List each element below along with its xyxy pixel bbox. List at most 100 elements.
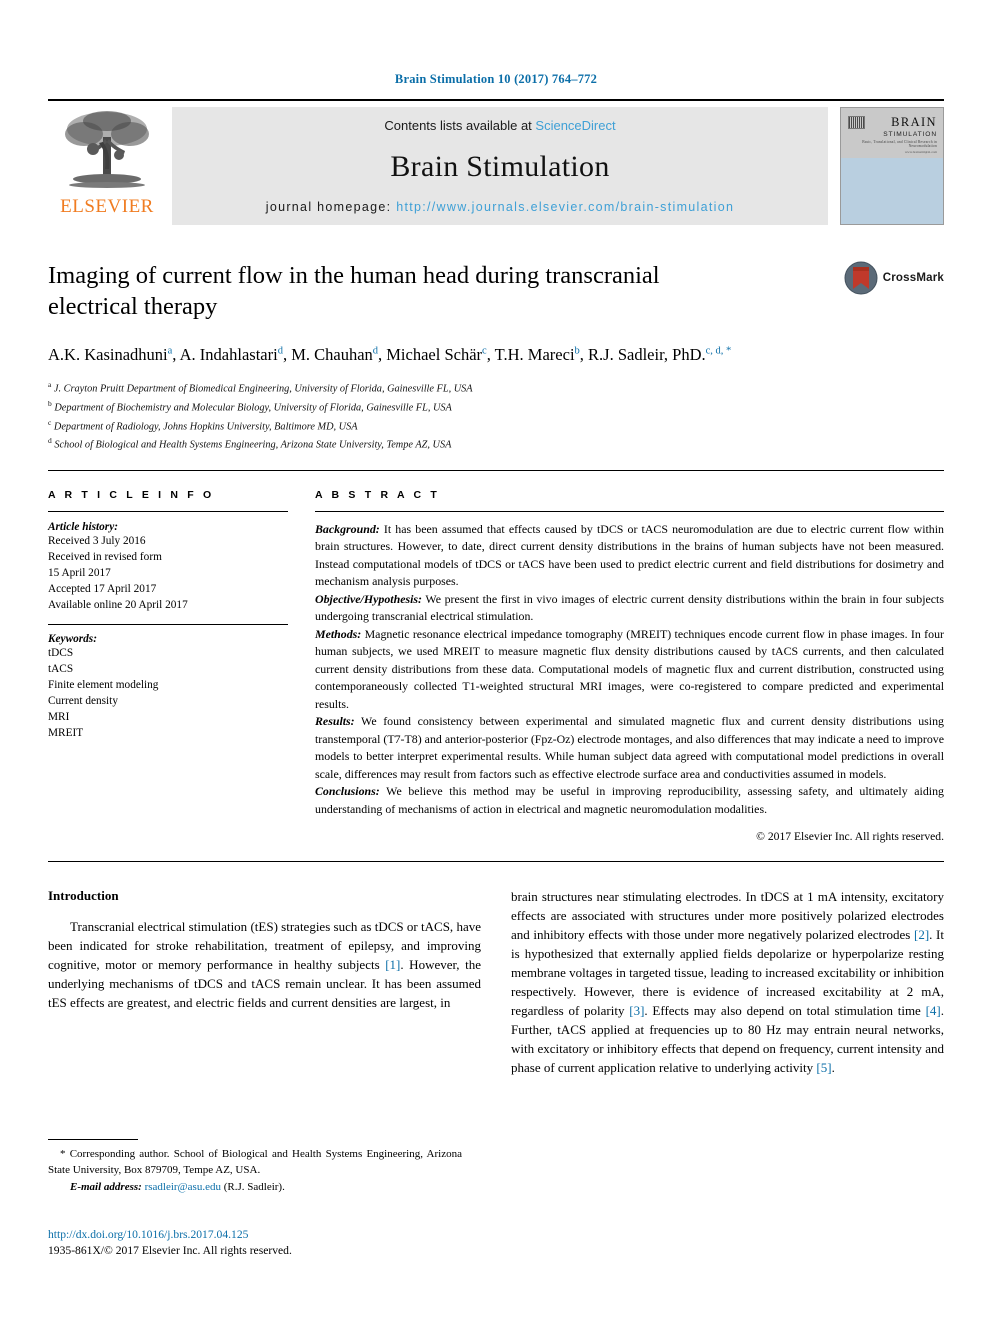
abstract-paragraph: Results: We found consistency between ex… <box>315 713 944 783</box>
sciencedirect-link[interactable]: ScienceDirect <box>535 118 615 133</box>
abstract-paragraph: Methods: Magnetic resonance electrical i… <box>315 626 944 714</box>
footnote-rule <box>48 1139 138 1140</box>
journal-title: Brain Stimulation <box>390 149 610 183</box>
doi-footer: http://dx.doi.org/10.1016/j.brs.2017.04.… <box>48 1227 468 1259</box>
affiliation-mark: a <box>48 380 52 390</box>
affiliation-item: a J. Crayton Pruitt Department of Biomed… <box>48 379 944 398</box>
abstract-copyright: © 2017 Elsevier Inc. All rights reserved… <box>756 830 944 844</box>
email-label: E-mail address: <box>70 1180 142 1193</box>
author-name: T.H. Mareci <box>494 344 575 364</box>
citation-ref[interactable]: [4] <box>926 1003 941 1018</box>
affiliation-mark: b <box>48 398 52 408</box>
abstract-section-label: Background: <box>315 521 380 536</box>
corresponding-author-footnote: * Corresponding author. School of Biolog… <box>48 1139 462 1196</box>
affiliation-item: c Department of Radiology, Johns Hopkins… <box>48 417 944 436</box>
author-name: R.J. Sadleir, PhD. <box>588 344 706 364</box>
author-sep: , <box>172 344 180 364</box>
abstract-section-label: Objective/Hypothesis: <box>315 591 422 606</box>
elsevier-wordmark: ELSEVIER <box>60 196 154 217</box>
abstract-section-text: It has been assumed that effects caused … <box>315 521 944 589</box>
journal-masthead: ELSEVIER Contents lists available at Sci… <box>48 99 944 231</box>
keyword-item: Current density <box>48 695 118 708</box>
article-history-label: Article history: <box>48 520 118 533</box>
issn-copyright-line: 1935-861X/© 2017 Elsevier Inc. All right… <box>48 1244 292 1258</box>
title-block: Imaging of current flow in the human hea… <box>48 261 944 454</box>
citation-ref[interactable]: [5] <box>816 1060 831 1075</box>
elsevier-tree-icon <box>65 111 149 188</box>
abstract-section-text: Magnetic resonance electrical impedance … <box>315 626 944 711</box>
affiliation-item: d School of Biological and Health System… <box>48 435 944 454</box>
author-sep: , <box>579 344 589 364</box>
keyword-item: tDCS <box>48 647 74 660</box>
affiliation-text: Department of Biochemistry and Molecular… <box>54 402 452 414</box>
abstract-rule <box>315 510 944 512</box>
abstract-section-label: Results: <box>315 714 355 729</box>
keyword-item: MRI <box>48 711 70 724</box>
abstract-paragraph: Conclusions: We believe this method may … <box>315 783 944 818</box>
divider-above-abstract <box>48 469 944 471</box>
paragraph-text: brain structures near stimulating electr… <box>511 889 944 943</box>
author-affil-mark: c, d, * <box>705 345 732 357</box>
abstract-section-label: Conclusions: <box>315 784 380 799</box>
footnote-text: * Corresponding author. School of Biolog… <box>48 1147 462 1179</box>
cover-url: www.brainstimjrnl.com <box>904 149 937 154</box>
body-column-right: brain structures near stimulating electr… <box>511 888 944 1078</box>
author-name: M. Chauhan <box>291 344 373 364</box>
masthead-center-panel: Contents lists available at ScienceDirec… <box>172 107 828 225</box>
article-page: Brain Stimulation 10 (2017) 764–772 ELSE… <box>0 0 992 1323</box>
body-paragraph: brain structures near stimulating electr… <box>511 888 944 1078</box>
doi-link[interactable]: http://dx.doi.org/10.1016/j.brs.2017.04.… <box>48 1227 468 1243</box>
keyword-item: MREIT <box>48 727 84 740</box>
author-name: A. Indahlastari <box>179 344 278 364</box>
crossmark-badge[interactable]: CrossMark <box>844 261 944 295</box>
article-info-heading: A R T I C L E I N F O <box>48 488 215 501</box>
contents-prefix: Contents lists available at <box>384 118 536 133</box>
abstract-column: A B S T R A C T Background: It has been … <box>315 488 944 844</box>
cover-subtitle: Basic, Translational, and Clinical Resea… <box>862 139 937 148</box>
affiliation-text: Department of Radiology, Johns Hopkins U… <box>53 420 358 432</box>
history-item: 15 April 2017 <box>48 566 111 579</box>
paragraph-text: . Effects may also depend on total stimu… <box>644 1003 926 1019</box>
author-name: A.K. Kasinadhuni <box>48 344 168 364</box>
email-owner: (R.J. Sadleir). <box>223 1180 285 1193</box>
author-sep: , <box>486 344 495 364</box>
abstract-paragraph: Objective/Hypothesis: We present the fir… <box>315 591 944 626</box>
abstract-section-text: We found consistency between experimenta… <box>315 714 944 781</box>
paragraph-text: . <box>831 1060 835 1076</box>
article-title: Imaging of current flow in the human hea… <box>48 262 660 320</box>
author-list: A.K. Kasinadhunia, A. Indahlastarid, M. … <box>48 343 928 366</box>
elsevier-logo: ELSEVIER <box>48 101 166 231</box>
body-column-left: Introduction Transcranial electrical sti… <box>48 888 481 1078</box>
journal-cover-thumbnail[interactable]: BRAIN STIMULATION Basic, Translational, … <box>840 107 944 225</box>
affiliation-mark: c <box>48 417 52 427</box>
affiliation-text: School of Biological and Health Systems … <box>54 439 452 451</box>
info-abstract-row: A R T I C L E I N F O Article history: R… <box>48 488 944 844</box>
history-item: Received 3 July 2016 <box>48 534 146 547</box>
cover-title-line2: STIMULATION <box>883 130 937 138</box>
affiliation-list: a J. Crayton Pruitt Department of Biomed… <box>48 379 944 454</box>
affiliation-text: J. Crayton Pruitt Department of Biomedic… <box>53 383 473 395</box>
homepage-prefix: journal homepage: <box>265 200 397 214</box>
citation-ref[interactable]: [3] <box>629 1003 644 1018</box>
footnote-body: Corresponding author. School of Biologic… <box>48 1148 462 1176</box>
crossmark-label: CrossMark <box>882 272 944 284</box>
affiliation-mark: d <box>48 436 52 446</box>
abstract-paragraph: Background: It has been assumed that eff… <box>315 521 944 591</box>
email-link[interactable]: rsadleir@asu.edu <box>145 1181 221 1193</box>
history-item: Received in revised form <box>48 550 162 563</box>
keyword-item: Finite element modeling <box>48 679 159 692</box>
keywords-block: Keywords: tDCS tACS Finite element model… <box>48 624 288 741</box>
journal-homepage-line: journal homepage: http://www.journals.el… <box>266 200 734 214</box>
article-info-column: A R T I C L E I N F O Article history: R… <box>48 489 288 844</box>
abstract-section-text: We believe this method may be useful in … <box>315 784 944 816</box>
divider-below-abstract <box>48 861 944 863</box>
article-info-rule <box>48 510 288 512</box>
crossmark-icon <box>844 261 878 295</box>
keyword-item: tACS <box>48 663 74 676</box>
author-sep: , <box>282 344 292 364</box>
citation-ref[interactable]: [1] <box>385 957 400 972</box>
journal-homepage-link[interactable]: http://www.journals.elsevier.com/brain-s… <box>396 200 734 214</box>
citation-ref[interactable]: [2] <box>914 927 929 942</box>
body-columns: Introduction Transcranial electrical sti… <box>48 888 944 1078</box>
abstract-heading: A B S T R A C T <box>315 488 440 501</box>
